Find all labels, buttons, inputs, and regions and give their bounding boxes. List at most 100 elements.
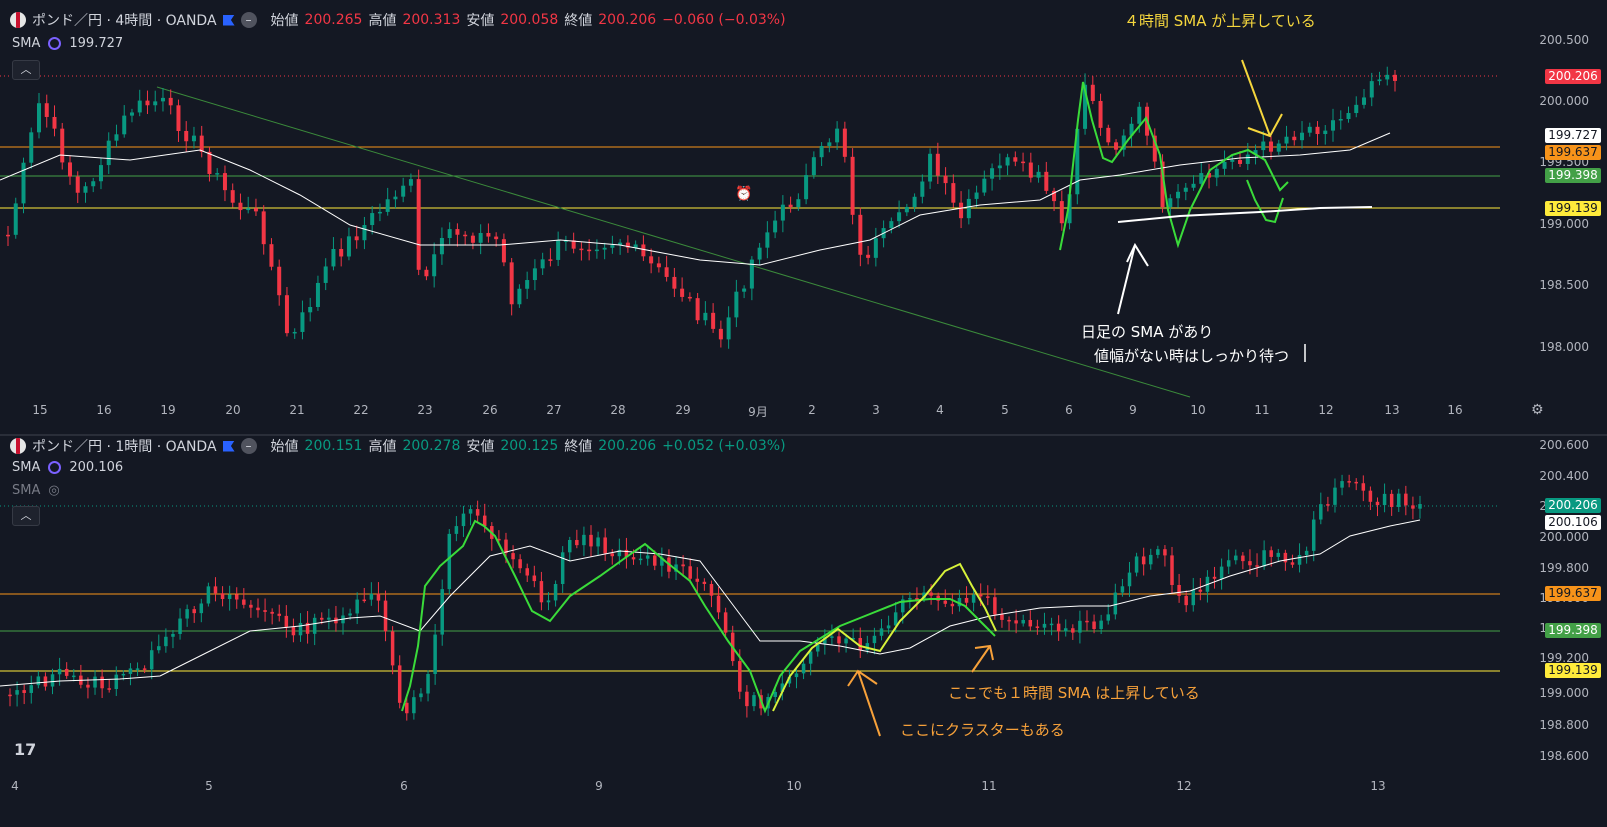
sma-value: 200.106 xyxy=(69,460,124,475)
candle-body xyxy=(1099,620,1103,629)
tradingview-logo-icon[interactable]: 17 xyxy=(14,740,36,759)
annotation-1h-sma-rising[interactable]: ここでも１時間 SMA は上昇している xyxy=(948,682,1200,703)
candle-body xyxy=(889,221,894,229)
annotation-cluster[interactable]: ここにクラスターもある xyxy=(900,719,1065,740)
collapse-legend-button[interactable]: ︿ xyxy=(12,506,40,526)
time-tick-label: 20 xyxy=(225,403,241,417)
candle-body xyxy=(43,676,48,687)
candle-body xyxy=(207,151,212,174)
symbol-title[interactable]: ポンド／円 · 4時間 · OANDA xyxy=(32,10,217,30)
chart-pane-1h[interactable]: ポンド／円 · 1時間 · OANDA – 始値 200.151 高値 200.27… xyxy=(0,436,1607,827)
chart-pane-4h[interactable]: ポンド／円 · 4時間 · OANDA – 始値 200.265 高値 200.31… xyxy=(0,0,1607,436)
candle-body xyxy=(137,100,142,113)
candle-body xyxy=(548,259,553,261)
candle-body xyxy=(703,312,708,321)
candle-body xyxy=(426,674,430,694)
candle-body xyxy=(284,615,289,627)
candle-body xyxy=(339,248,344,257)
candle-body xyxy=(830,636,834,638)
annotation-wait[interactable]: 値幅がない時はしっかり待つ xyxy=(1094,345,1289,366)
orange-arrow xyxy=(857,670,881,737)
candle-body xyxy=(560,552,565,584)
candle-body xyxy=(974,192,979,199)
candle-body xyxy=(929,592,933,596)
candle-body xyxy=(1276,552,1281,557)
candle-body xyxy=(540,259,545,269)
candle-body xyxy=(447,533,452,590)
minus-icon[interactable]: – xyxy=(240,12,257,28)
sma-value: 199.727 xyxy=(69,36,124,51)
candle-body xyxy=(1338,119,1343,121)
bookmark-flag-icon[interactable] xyxy=(222,440,235,452)
candle-body xyxy=(376,593,381,601)
price-chart-1h[interactable] xyxy=(0,436,1607,827)
candle-body xyxy=(1214,168,1219,178)
change-value: +0.052 (+0.03%) xyxy=(662,438,786,454)
candle-body xyxy=(1319,504,1323,520)
sma-hidden-legend[interactable]: SMA ◎ xyxy=(12,483,60,498)
candle-body xyxy=(1368,490,1373,502)
candle-body xyxy=(567,539,572,553)
eye-off-icon[interactable]: ◎ xyxy=(48,483,59,498)
candle-body xyxy=(1005,157,1010,166)
open-value: 200.265 xyxy=(304,12,363,28)
green-line-tag: 199.398 xyxy=(1545,623,1601,638)
candle-body xyxy=(745,691,749,707)
candle-body xyxy=(298,622,303,636)
candle-body xyxy=(277,266,282,296)
candle-body xyxy=(1120,586,1125,593)
candle-body xyxy=(1385,74,1390,80)
candle-body xyxy=(86,684,90,688)
candle-body xyxy=(726,317,731,340)
candle-body xyxy=(91,181,96,187)
candle-body xyxy=(106,140,111,166)
sma-indicator-legend[interactable]: SMA 199.727 xyxy=(12,36,123,51)
collapse-legend-button[interactable]: ︿ xyxy=(12,60,40,80)
candle-body xyxy=(348,613,352,616)
candle-body xyxy=(873,238,878,258)
candle-body xyxy=(1304,550,1309,556)
candle-body xyxy=(539,581,544,603)
time-tick-label: 29 xyxy=(675,403,691,417)
yellow-line-tag: 199.139 xyxy=(1545,201,1601,216)
candle-body xyxy=(1292,136,1297,141)
candle-body xyxy=(986,596,990,598)
price-tick-label: 200.000 xyxy=(1539,530,1589,544)
time-tick-label: 21 xyxy=(289,403,305,417)
candle-body xyxy=(532,268,537,281)
candle-body xyxy=(1241,555,1245,562)
bookmark-flag-icon[interactable] xyxy=(222,14,235,26)
candle-body xyxy=(553,583,558,601)
minus-icon[interactable]: – xyxy=(240,438,257,454)
low-value: 200.125 xyxy=(500,438,559,454)
time-tick-label: 4 xyxy=(936,403,944,417)
annotation-daily-sma[interactable]: 日足の SMA があり xyxy=(1081,321,1213,342)
candle-body xyxy=(249,604,253,608)
candle-body xyxy=(463,234,468,237)
time-tick-label: 9 xyxy=(1129,403,1137,417)
candle-body xyxy=(114,134,119,141)
symbol-title[interactable]: ポンド／円 · 1時間 · OANDA xyxy=(32,436,217,456)
candle-body xyxy=(780,204,785,221)
price-chart-4h[interactable] xyxy=(0,0,1607,434)
white-arrow xyxy=(1117,244,1136,315)
candle-body xyxy=(964,597,969,603)
candle-body xyxy=(75,176,80,193)
candle-body xyxy=(331,248,336,267)
candle-body xyxy=(587,249,592,252)
price-tick-label: 200.600 xyxy=(1539,438,1589,452)
annotation-4h-sma-rising[interactable]: ４時間 SMA が上昇している xyxy=(1124,10,1316,31)
time-tick-label: 11 xyxy=(981,779,997,793)
sma-indicator-legend[interactable]: SMA 200.106 xyxy=(12,460,123,475)
candle-body xyxy=(850,156,855,215)
alert-clock-icon[interactable]: ⏰ xyxy=(735,186,752,202)
sma-price-tag: 200.106 xyxy=(1545,515,1601,530)
settings-icon[interactable]: ⚙ xyxy=(1531,402,1544,418)
candle-body xyxy=(164,636,168,647)
candle-body xyxy=(1382,493,1387,506)
candle-body xyxy=(478,232,483,243)
candle-body xyxy=(709,583,714,596)
candle-body xyxy=(1315,126,1320,135)
candle-body xyxy=(631,557,636,560)
candle-body xyxy=(1106,614,1110,621)
